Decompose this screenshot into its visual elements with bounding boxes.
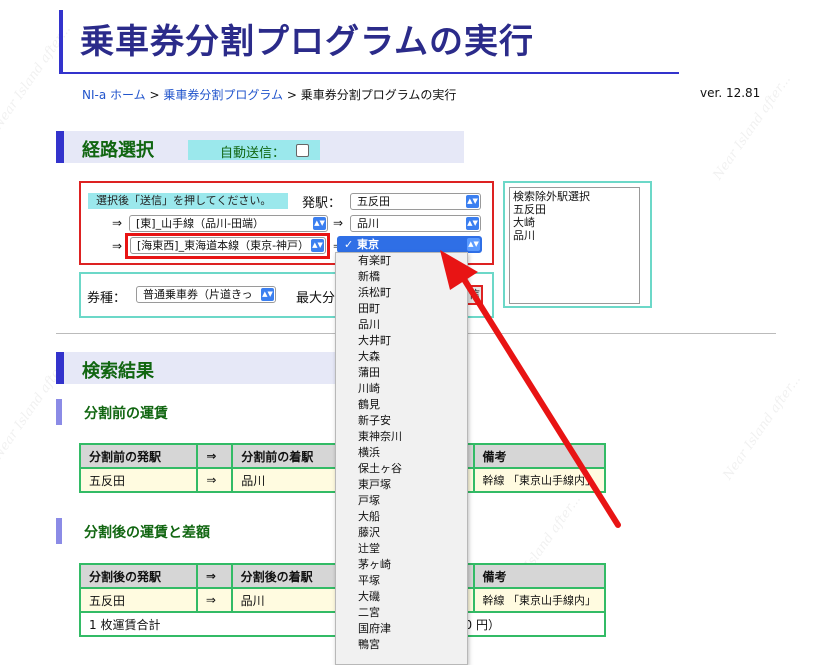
arrow-shaft bbox=[459, 273, 621, 528]
arrow-head-icon bbox=[440, 250, 478, 290]
annotation-arrow bbox=[440, 250, 621, 528]
